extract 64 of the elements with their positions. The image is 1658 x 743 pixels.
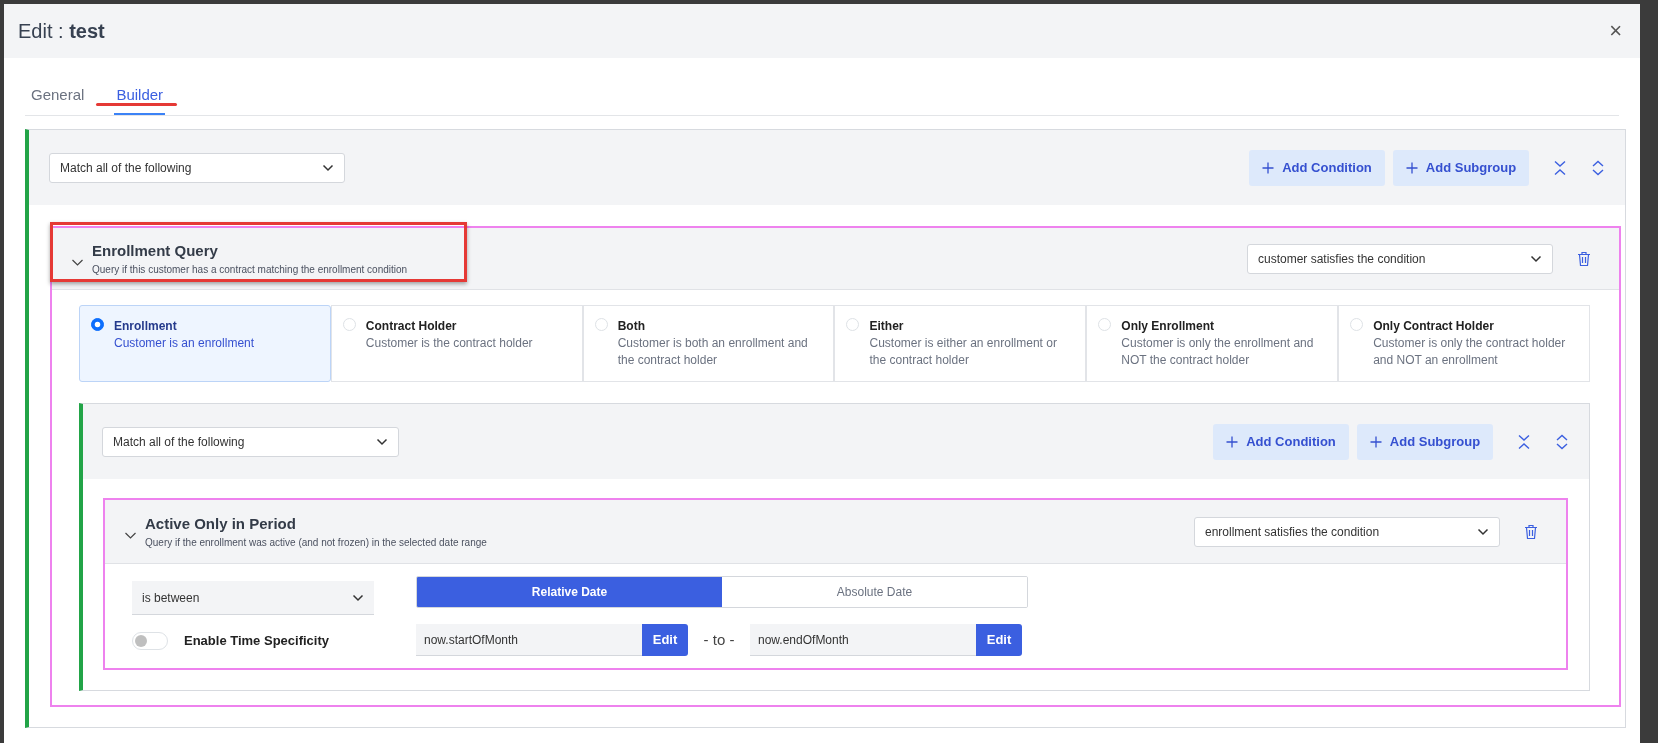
option-description: Customer is only the contract holder and NOT an enrollment [1373,335,1567,369]
dropdown[interactable]: enrollment satisfies the condition [1194,516,1500,547]
condition-description: Query if the enrollment was active (and not frozen) in the selected date range [145,536,487,551]
option-title: Only Contract Holder [1373,318,1495,335]
expand-all-button[interactable] [1591,159,1605,176]
collapse-all-button[interactable] [1553,159,1567,176]
option-card[interactable]: Only Enrollment Customer is only the enrollment and NOT the contract holder [1086,305,1339,382]
dropdown[interactable]: Match all of the following [49,152,345,183]
collapse-all-button[interactable] [1517,433,1531,450]
edit-button[interactable]: Edit [976,624,1022,656]
option-card[interactable]: Either Customer is either an enrollment or the contract holder [834,305,1087,382]
range-separator: - to - [702,629,736,650]
collapse-icon [1553,159,1567,176]
caret-icon [376,437,388,446]
date-field[interactable]: now.endOfMonth [750,624,976,656]
date-field[interactable]: now.startOfMonth [416,624,642,656]
radio-button[interactable] [91,318,104,331]
plus-icon [1262,161,1275,174]
expand-icon [1555,433,1569,450]
option-title: Enrollment [114,318,178,335]
plus-icon [1405,161,1418,174]
option-description: Customer is only the enrollment and NOT the contract holder [1121,335,1315,369]
caret-icon [352,593,364,602]
option-card[interactable]: Enrollment Customer is an enrollment [79,305,331,382]
option-card[interactable]: Contract Holder Customer is the contract holder [330,305,583,382]
tab[interactable]: General [29,72,87,115]
caret-icon [1530,254,1542,263]
option-card[interactable]: Only Contract Holder Customer is only the contract holder and NOT an enrollment [1338,305,1590,382]
expand-all-button[interactable] [1555,433,1569,450]
delete-button[interactable] [1524,523,1538,540]
expand-icon [1591,159,1605,176]
add-button[interactable]: Add Subgroup [1357,423,1493,460]
option-card[interactable]: Both Customer is both an enrollment and the contract holder [582,305,835,382]
trash-icon [1524,523,1538,540]
delete-button[interactable] [1577,250,1591,267]
dropdown[interactable]: Match all of the following [102,426,399,457]
close-button[interactable]: × [1605,20,1626,42]
dialog-title: Edit : test [18,19,105,44]
option-title: Only Enrollment [1121,318,1215,335]
condition-description: Query if this customer has a contract matching the enrollment condition [92,263,408,278]
collapse-icon [1517,433,1531,450]
dropdown[interactable]: is between [132,581,374,615]
switch-label: Enable Time Specificity [184,632,329,651]
plus-icon [1369,435,1382,448]
segment-tab[interactable]: Relative Date [417,577,722,607]
option-title: Either [869,318,905,335]
dropdown[interactable]: customer satisfies the condition [1247,243,1553,274]
edit-button[interactable]: Edit [642,624,688,656]
condition-title: Active Only in Period [145,513,297,534]
add-button[interactable]: Add Condition [1249,149,1385,186]
option-title: Both [617,318,646,335]
option-title: Contract Holder [365,318,458,335]
option-description: Customer is the contract holder [365,335,533,352]
add-button[interactable]: Add Subgroup [1393,149,1529,186]
add-button[interactable]: Add Condition [1213,423,1349,460]
toggle-switch[interactable] [132,632,168,650]
option-description: Customer is either an enrollment or the contract holder [869,335,1058,369]
plus-icon [1226,435,1239,448]
option-description: Customer is both an enrollment and the contract holder [617,335,809,369]
caret-icon [1477,527,1489,536]
option-description: Customer is an enrollment [114,335,255,352]
condition-title: Enrollment Query [92,240,219,261]
trash-icon [1577,250,1591,267]
caret-icon [322,163,334,172]
